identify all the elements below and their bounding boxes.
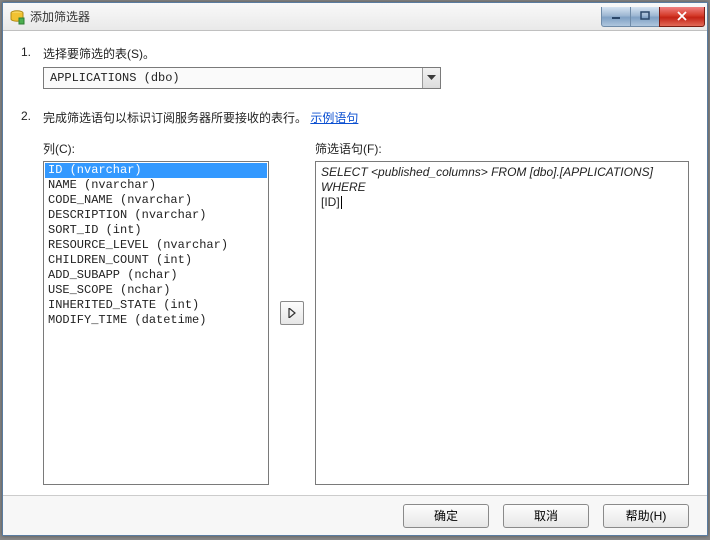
step-2-label: 完成筛选语句以标识订阅服务器所要接收的表行。	[43, 111, 307, 125]
list-item[interactable]: INHERITED_STATE (int)	[45, 298, 267, 313]
cancel-button[interactable]: 取消	[503, 504, 589, 528]
maximize-button[interactable]	[630, 7, 660, 27]
table-select-value: APPLICATIONS (dbo)	[44, 71, 422, 85]
client-area: 1. 选择要筛选的表(S)。 APPLICATIONS (dbo) 2. 完成筛…	[3, 31, 707, 495]
filter-label: 筛选语句(F):	[315, 140, 689, 157]
chevron-down-icon[interactable]	[422, 68, 440, 88]
step-1-number: 1.	[21, 45, 43, 59]
columns-listbox[interactable]: ID (nvarchar)NAME (nvarchar)CODE_NAME (n…	[43, 161, 269, 485]
text-caret	[341, 196, 342, 209]
list-item[interactable]: CHILDREN_COUNT (int)	[45, 253, 267, 268]
dialog-add-filter: 添加筛选器 1. 选择要筛选的表(S)。 APPLICATIONS (dbo)	[2, 2, 708, 536]
table-select-combo[interactable]: APPLICATIONS (dbo)	[43, 67, 441, 89]
minimize-button[interactable]	[601, 7, 631, 27]
list-item[interactable]: DESCRIPTION (nvarchar)	[45, 208, 267, 223]
move-right-button[interactable]	[280, 301, 304, 325]
step-2-number: 2.	[21, 109, 43, 123]
window-controls	[602, 7, 705, 27]
step-2: 2. 完成筛选语句以标识订阅服务器所要接收的表行。 示例语句	[21, 109, 689, 126]
list-item[interactable]: RESOURCE_LEVEL (nvarchar)	[45, 238, 267, 253]
titlebar: 添加筛选器	[3, 3, 707, 31]
filter-statement-input[interactable]: SELECT <published_columns> FROM [dbo].[A…	[315, 161, 689, 485]
list-item[interactable]: USE_SCOPE (nchar)	[45, 283, 267, 298]
example-statement-link[interactable]: 示例语句	[310, 111, 358, 125]
columns-label: 列(C):	[43, 140, 269, 157]
dialog-footer: 确定 取消 帮助(H)	[3, 495, 707, 535]
list-item[interactable]: MODIFY_TIME (datetime)	[45, 313, 267, 328]
list-item[interactable]: NAME (nvarchar)	[45, 178, 267, 193]
window-title: 添加筛选器	[30, 8, 90, 25]
list-item[interactable]: ADD_SUBAPP (nchar)	[45, 268, 267, 283]
list-item[interactable]: CODE_NAME (nvarchar)	[45, 193, 267, 208]
ok-button[interactable]: 确定	[403, 504, 489, 528]
filter-text-line2: [ID]	[321, 195, 340, 209]
help-button[interactable]: 帮助(H)	[603, 504, 689, 528]
step-1-label: 选择要筛选的表(S)。	[43, 45, 689, 62]
filter-text-line1: SELECT <published_columns> FROM [dbo].[A…	[321, 165, 653, 194]
app-icon	[9, 9, 25, 25]
mid-panel: 列(C): ID (nvarchar)NAME (nvarchar)CODE_N…	[21, 140, 689, 485]
step-1: 1. 选择要筛选的表(S)。 APPLICATIONS (dbo)	[21, 45, 689, 89]
close-button[interactable]	[659, 7, 705, 27]
list-item[interactable]: SORT_ID (int)	[45, 223, 267, 238]
list-item[interactable]: ID (nvarchar)	[45, 163, 267, 178]
